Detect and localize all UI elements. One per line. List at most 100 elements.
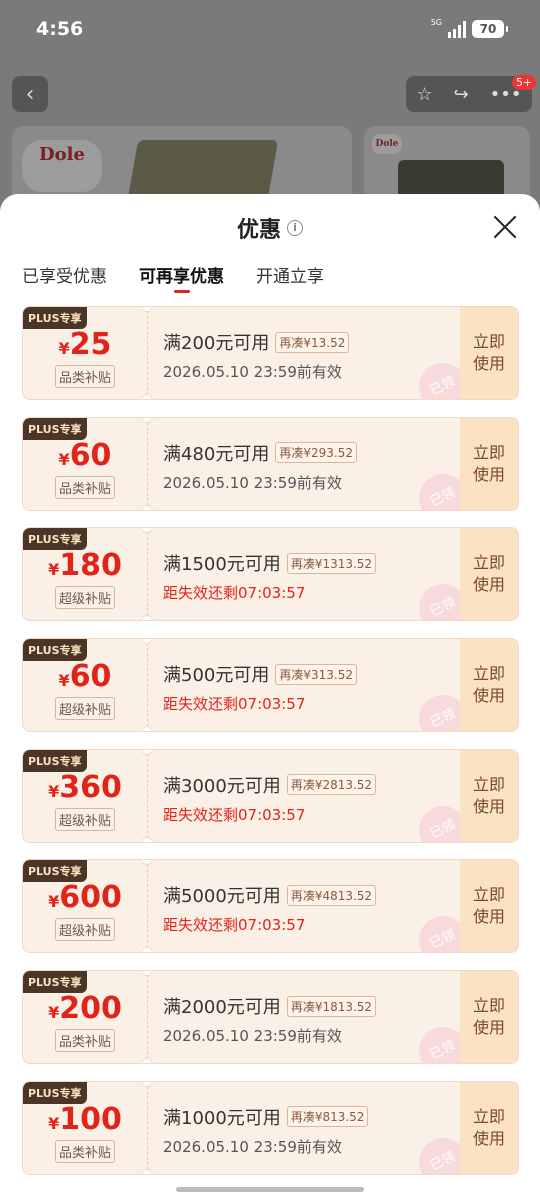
dashed-divider xyxy=(147,421,148,506)
dole-logo-small: Dole xyxy=(372,134,402,154)
use-now-label: 立即使用 xyxy=(473,774,506,816)
plus-tag: PLUS专享 xyxy=(23,1081,87,1104)
coupon-card: PLUS专享 ¥60 超级补贴 满500元可用 再凑¥313.52 距失效还剩0… xyxy=(22,638,519,733)
coupon-amount: ¥25 xyxy=(58,327,112,362)
use-now-label: 立即使用 xyxy=(473,442,506,484)
coupon-details: 满3000元可用 再凑¥2813.52 距失效还剩07:03:57 xyxy=(163,772,377,825)
dashed-divider xyxy=(147,532,148,617)
coupon-details: 满5000元可用 再凑¥4813.52 距失效还剩07:03:57 xyxy=(163,882,377,935)
coupon-validity: 距失效还剩07:03:57 xyxy=(163,584,306,603)
battery-icon: 70 xyxy=(472,20,508,38)
top-up-tag: 再凑¥1313.52 xyxy=(286,552,377,574)
coupon-card: PLUS专享 ¥360 超级补贴 满3000元可用 再凑¥2813.52 距失效… xyxy=(22,748,519,843)
tab-available[interactable]: 可再享优惠 xyxy=(139,262,224,293)
signal-icon xyxy=(448,20,466,38)
tab-enjoyed[interactable]: 已享受优惠 xyxy=(22,262,107,287)
network-label: 5G xyxy=(430,18,442,27)
coupon-details: 满200元可用 再凑¥13.52 2026.05.10 23:59前有效 xyxy=(163,329,350,382)
dashed-divider xyxy=(147,753,148,838)
top-up-tag: 再凑¥13.52 xyxy=(275,331,350,353)
dole-logo: Dole xyxy=(22,140,102,192)
top-up-tag: 再凑¥813.52 xyxy=(286,1106,369,1128)
coupon-validity: 距失效还剩07:03:57 xyxy=(163,695,306,714)
top-up-tag: 再凑¥2813.52 xyxy=(286,774,377,796)
coupon-card: PLUS专享 ¥60 品类补贴 满480元可用 再凑¥293.52 2026.0… xyxy=(22,416,519,511)
category-tag: 品类补贴 xyxy=(55,1139,115,1163)
sheet-title: 优惠 xyxy=(236,218,281,243)
coupon-amount: ¥100 xyxy=(48,1101,122,1137)
coupon-condition: 满500元可用 xyxy=(163,665,270,687)
coupon-card: PLUS专享 ¥180 超级补贴 满1500元可用 再凑¥1313.52 距失效… xyxy=(22,527,519,622)
coupon-card: PLUS专享 ¥200 品类补贴 满2000元可用 再凑¥1813.52 202… xyxy=(22,970,519,1065)
coupon-value-area: PLUS专享 ¥180 超级补贴 xyxy=(23,528,147,620)
home-indicator xyxy=(176,1187,364,1192)
coupon-condition: 满1000元可用 xyxy=(163,1107,281,1129)
plus-tag: PLUS专享 xyxy=(23,860,87,883)
dashed-divider xyxy=(147,643,148,728)
use-now-button[interactable]: 立即使用 xyxy=(460,971,518,1064)
status-bar: 4:56 5G 70 xyxy=(0,0,540,62)
coupon-amount: ¥360 xyxy=(48,769,122,805)
use-now-button[interactable]: 立即使用 xyxy=(460,1081,518,1174)
use-now-button[interactable]: 立即使用 xyxy=(460,307,518,399)
coupon-condition: 满1500元可用 xyxy=(163,554,281,576)
chevron-left-icon: ‹ xyxy=(25,81,35,107)
coupon-condition: 满480元可用 xyxy=(163,443,270,465)
tab-bar: 已享受优惠 可再享优惠 开通立享 xyxy=(22,262,324,293)
coupon-card: PLUS专享 ¥25 品类补贴 满200元可用 再凑¥13.52 2026.05… xyxy=(22,306,519,400)
info-icon[interactable]: i xyxy=(287,220,303,236)
coupon-condition: 满200元可用 xyxy=(163,333,270,354)
coupon-details: 满480元可用 再凑¥293.52 2026.05.10 23:59前有效 xyxy=(163,440,357,493)
category-tag: 品类补贴 xyxy=(55,475,115,499)
dashed-divider xyxy=(147,975,148,1060)
coupon-amount: ¥200 xyxy=(48,991,122,1027)
coupon-condition: 满5000元可用 xyxy=(163,886,281,908)
category-tag: 超级补贴 xyxy=(55,697,115,721)
coupon-sheet: 优惠 i 已享受优惠 可再享优惠 开通立享 PLUS专享 ¥25 品类补贴 满20… xyxy=(0,194,540,1201)
coupon-amount: ¥60 xyxy=(58,437,112,473)
use-now-button[interactable]: 立即使用 xyxy=(460,639,518,732)
coupon-list: PLUS专享 ¥25 品类补贴 满200元可用 再凑¥13.52 2026.05… xyxy=(22,306,519,1192)
back-button[interactable]: ‹ xyxy=(12,76,48,112)
top-up-tag: 再凑¥1813.52 xyxy=(286,995,377,1017)
category-tag: 品类补贴 xyxy=(55,365,115,388)
coupon-amount: ¥600 xyxy=(48,880,122,916)
share-icon[interactable]: ↪ xyxy=(454,84,469,105)
coupon-details: 满500元可用 再凑¥313.52 距失效还剩07:03:57 xyxy=(163,661,357,714)
coupon-value-area: PLUS专享 ¥60 超级补贴 xyxy=(23,639,147,731)
notification-badge: 5+ xyxy=(512,75,537,90)
top-up-tag: 再凑¥313.52 xyxy=(275,663,357,685)
plus-tag: PLUS专享 xyxy=(23,639,87,662)
sheet-header: 优惠 i xyxy=(0,212,540,244)
coupon-details: 满1000元可用 再凑¥813.52 2026.05.10 23:59前有效 xyxy=(163,1104,369,1157)
coupon-card: PLUS专享 ¥600 超级补贴 满5000元可用 再凑¥4813.52 距失效… xyxy=(22,859,519,954)
coupon-value-area: PLUS专享 ¥25 品类补贴 xyxy=(23,307,147,399)
dashed-divider xyxy=(147,1085,148,1170)
coupon-details: 满1500元可用 再凑¥1313.52 距失效还剩07:03:57 xyxy=(163,550,377,603)
coupon-validity: 2026.05.10 23:59前有效 xyxy=(163,363,342,381)
coupon-details: 满2000元可用 再凑¥1813.52 2026.05.10 23:59前有效 xyxy=(163,993,377,1046)
coupon-amount: ¥60 xyxy=(58,659,112,695)
use-now-button[interactable]: 立即使用 xyxy=(460,417,518,510)
coupon-condition: 满2000元可用 xyxy=(163,997,281,1019)
use-now-label: 立即使用 xyxy=(473,664,506,706)
top-up-tag: 再凑¥4813.52 xyxy=(286,884,377,906)
use-now-label: 立即使用 xyxy=(473,1106,506,1148)
coupon-validity: 2026.05.10 23:59前有效 xyxy=(163,1137,342,1156)
coupon-value-area: PLUS专享 ¥60 品类补贴 xyxy=(23,417,147,510)
star-icon[interactable]: ☆ xyxy=(416,84,432,105)
coupon-validity: 2026.05.10 23:59前有效 xyxy=(163,1027,342,1046)
coupon-value-area: PLUS专享 ¥600 超级补贴 xyxy=(23,860,147,952)
close-icon[interactable] xyxy=(492,214,518,240)
category-tag: 超级补贴 xyxy=(55,807,115,831)
plus-tag: PLUS专享 xyxy=(23,307,87,329)
coupon-card: PLUS专享 ¥100 品类补贴 满1000元可用 再凑¥813.52 2026… xyxy=(22,1080,519,1175)
use-now-button[interactable]: 立即使用 xyxy=(460,860,518,953)
top-up-tag: 再凑¥293.52 xyxy=(275,442,357,464)
use-now-button[interactable]: 立即使用 xyxy=(460,749,518,842)
coupon-value-area: PLUS专享 ¥100 品类补贴 xyxy=(23,1081,147,1174)
use-now-label: 立即使用 xyxy=(473,996,506,1038)
tab-activate[interactable]: 开通立享 xyxy=(256,262,324,287)
coupon-value-area: PLUS专享 ¥360 超级补贴 xyxy=(23,749,147,842)
use-now-button[interactable]: 立即使用 xyxy=(460,528,518,621)
